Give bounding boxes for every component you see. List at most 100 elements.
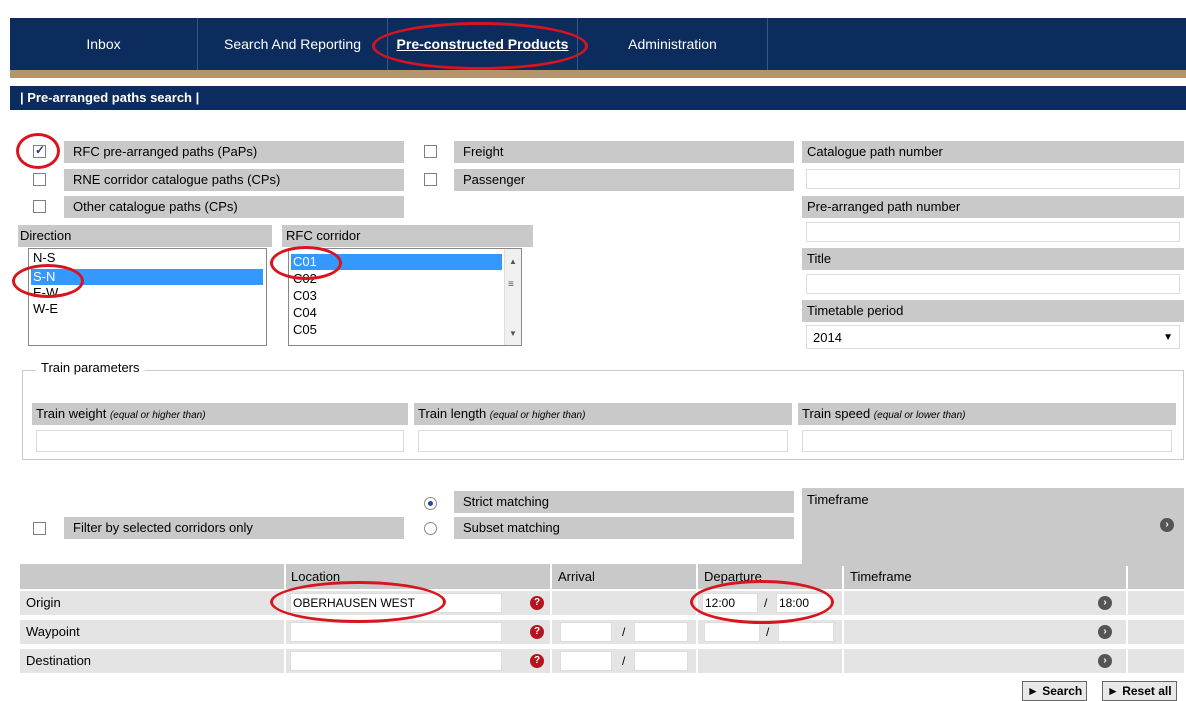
direction-listbox[interactable]: N-S S-N E-W W-E bbox=[28, 248, 267, 346]
destination-label: Destination bbox=[20, 649, 284, 673]
origin-timeframe-cell: › bbox=[844, 591, 1126, 615]
table-row: Waypoint ? / / › bbox=[20, 620, 1184, 644]
rfc-paps-row: RFC pre-arranged paths (PaPs) bbox=[64, 141, 404, 163]
tab-pre-constructed-products[interactable]: Pre-constructed Products bbox=[388, 18, 578, 70]
catalogue-path-number-input[interactable] bbox=[806, 169, 1180, 189]
origin-departure-from-input[interactable]: 12:00 bbox=[702, 593, 758, 613]
direction-option[interactable]: W-E bbox=[31, 301, 263, 317]
time-separator: / bbox=[622, 654, 626, 668]
passenger-row: Passenger bbox=[454, 169, 794, 191]
waypoint-departure-to-input[interactable] bbox=[778, 622, 834, 642]
arrival-header: Arrival bbox=[552, 564, 696, 589]
direction-label: Direction bbox=[20, 228, 72, 243]
subset-matching-radio[interactable] bbox=[424, 522, 437, 535]
rfc-corridor-label: RFC corridor bbox=[286, 228, 361, 243]
waypoint-arrival-cell: / bbox=[552, 620, 696, 644]
train-length-header: Train length (equal or higher than) bbox=[414, 403, 792, 425]
freight-label: Freight bbox=[463, 144, 504, 159]
timeframe-icon[interactable]: › bbox=[1098, 654, 1112, 668]
origin-departure-cell: 12:00 / 18:00 bbox=[698, 591, 842, 615]
filter-corridors-checkbox[interactable] bbox=[33, 522, 46, 535]
scroll-up-icon[interactable]: ▲ bbox=[509, 257, 517, 266]
filter-corridors-row: Filter by selected corridors only bbox=[64, 517, 404, 539]
direction-option-selected[interactable]: S-N bbox=[31, 269, 263, 285]
origin-label: Origin bbox=[20, 591, 284, 615]
corridor-option-selected[interactable]: C01 bbox=[291, 254, 502, 270]
corridor-option[interactable]: C04 bbox=[291, 305, 502, 321]
direction-header: Direction bbox=[18, 225, 272, 247]
other-cps-checkbox[interactable] bbox=[33, 200, 46, 213]
other-cps-row: Other catalogue paths (CPs) bbox=[64, 196, 404, 218]
title-input[interactable] bbox=[806, 274, 1180, 294]
search-button[interactable]: ► Search bbox=[1022, 681, 1088, 701]
train-speed-input[interactable] bbox=[802, 430, 1172, 452]
help-icon[interactable]: ? bbox=[530, 654, 544, 668]
timeframe-icon[interactable]: › bbox=[1098, 625, 1112, 639]
waypoint-end-cell bbox=[1128, 620, 1184, 644]
origin-location-input[interactable]: OBERHAUSEN WEST bbox=[290, 593, 502, 613]
catalogue-path-number-header: Catalogue path number bbox=[802, 141, 1184, 163]
origin-location-cell: OBERHAUSEN WEST ? bbox=[286, 591, 550, 615]
waypoint-location-input[interactable] bbox=[290, 622, 502, 642]
section-title: | Pre-arranged paths search | bbox=[10, 86, 1186, 110]
rfc-paps-checkbox[interactable] bbox=[33, 143, 46, 158]
rfc-paps-label: RFC pre-arranged paths (PaPs) bbox=[73, 144, 258, 159]
train-weight-input[interactable] bbox=[36, 430, 404, 452]
timetable-period-value: 2014 bbox=[813, 330, 842, 345]
help-icon[interactable]: ? bbox=[530, 625, 544, 639]
pre-arranged-path-number-label: Pre-arranged path number bbox=[807, 199, 961, 214]
train-length-label: Train length (equal or higher than) bbox=[418, 406, 586, 421]
scroll-thumb-icon[interactable]: ≡ bbox=[508, 279, 514, 290]
destination-location-input[interactable] bbox=[290, 651, 502, 671]
tab-administration[interactable]: Administration bbox=[578, 18, 768, 70]
waypoint-arrival-from-input[interactable] bbox=[560, 622, 612, 642]
corridor-option[interactable]: C03 bbox=[291, 288, 502, 304]
timetable-period-header: Timetable period bbox=[802, 300, 1184, 322]
waypoint-departure-from-input[interactable] bbox=[704, 622, 760, 642]
tab-search-reporting[interactable]: Search And Reporting bbox=[198, 18, 388, 70]
passenger-checkbox[interactable] bbox=[424, 173, 437, 186]
origin-end-cell bbox=[1128, 591, 1184, 615]
top-navigation: Inbox Search And Reporting Pre-construct… bbox=[10, 18, 1186, 70]
other-cps-label: Other catalogue paths (CPs) bbox=[73, 199, 238, 214]
catalogue-path-number-label: Catalogue path number bbox=[807, 144, 943, 159]
train-parameters-legend: Train parameters bbox=[36, 360, 145, 375]
pre-arranged-path-number-input[interactable] bbox=[806, 222, 1180, 242]
timetable-period-select[interactable]: 2014 ▼ bbox=[806, 325, 1180, 349]
scroll-down-icon[interactable]: ▼ bbox=[509, 329, 517, 338]
destination-arrival-to-input[interactable] bbox=[634, 651, 688, 671]
train-speed-header: Train speed (equal or lower than) bbox=[798, 403, 1176, 425]
subset-matching-label: Subset matching bbox=[463, 520, 560, 535]
rne-cps-checkbox[interactable] bbox=[33, 173, 46, 186]
train-weight-label: Train weight (equal or higher than) bbox=[36, 406, 206, 421]
train-speed-label: Train speed (equal or lower than) bbox=[802, 406, 966, 421]
timeframe-icon[interactable]: › bbox=[1160, 518, 1174, 532]
nav-divider bbox=[10, 70, 1186, 78]
reset-all-button[interactable]: ► Reset all bbox=[1102, 681, 1177, 701]
corridor-scrollbar[interactable]: ▲ ≡ ▼ bbox=[504, 249, 521, 345]
waypoint-arrival-to-input[interactable] bbox=[634, 622, 688, 642]
subset-matching-row: Subset matching bbox=[454, 517, 794, 539]
location-header: Location bbox=[286, 564, 550, 589]
help-icon[interactable]: ? bbox=[530, 596, 544, 610]
strict-matching-row: Strict matching bbox=[454, 491, 794, 513]
table-row: Origin OBERHAUSEN WEST ? 12:00 / 18:00 › bbox=[20, 591, 1184, 615]
waypoint-label: Waypoint bbox=[20, 620, 284, 644]
direction-option[interactable]: N-S bbox=[31, 250, 263, 266]
direction-option[interactable]: E-W bbox=[31, 285, 263, 301]
rfc-corridor-listbox[interactable]: C01 C02 C03 C04 C05 ▲ ≡ ▼ bbox=[288, 248, 522, 346]
destination-arrival-from-input[interactable] bbox=[560, 651, 612, 671]
passenger-label: Passenger bbox=[463, 172, 526, 187]
tab-inbox[interactable]: Inbox bbox=[10, 18, 198, 70]
corridor-option[interactable]: C05 bbox=[291, 322, 502, 338]
origin-departure-to-input[interactable]: 18:00 bbox=[776, 593, 832, 613]
waypoint-timeframe-cell: › bbox=[844, 620, 1126, 644]
destination-arrival-cell: / bbox=[552, 649, 696, 673]
strict-matching-radio[interactable] bbox=[424, 497, 437, 510]
time-separator: / bbox=[766, 625, 770, 639]
rfc-corridor-header: RFC corridor bbox=[282, 225, 533, 247]
timeframe-icon[interactable]: › bbox=[1098, 596, 1112, 610]
train-length-input[interactable] bbox=[418, 430, 788, 452]
corridor-option[interactable]: C02 bbox=[291, 271, 502, 287]
freight-checkbox[interactable] bbox=[424, 145, 437, 158]
